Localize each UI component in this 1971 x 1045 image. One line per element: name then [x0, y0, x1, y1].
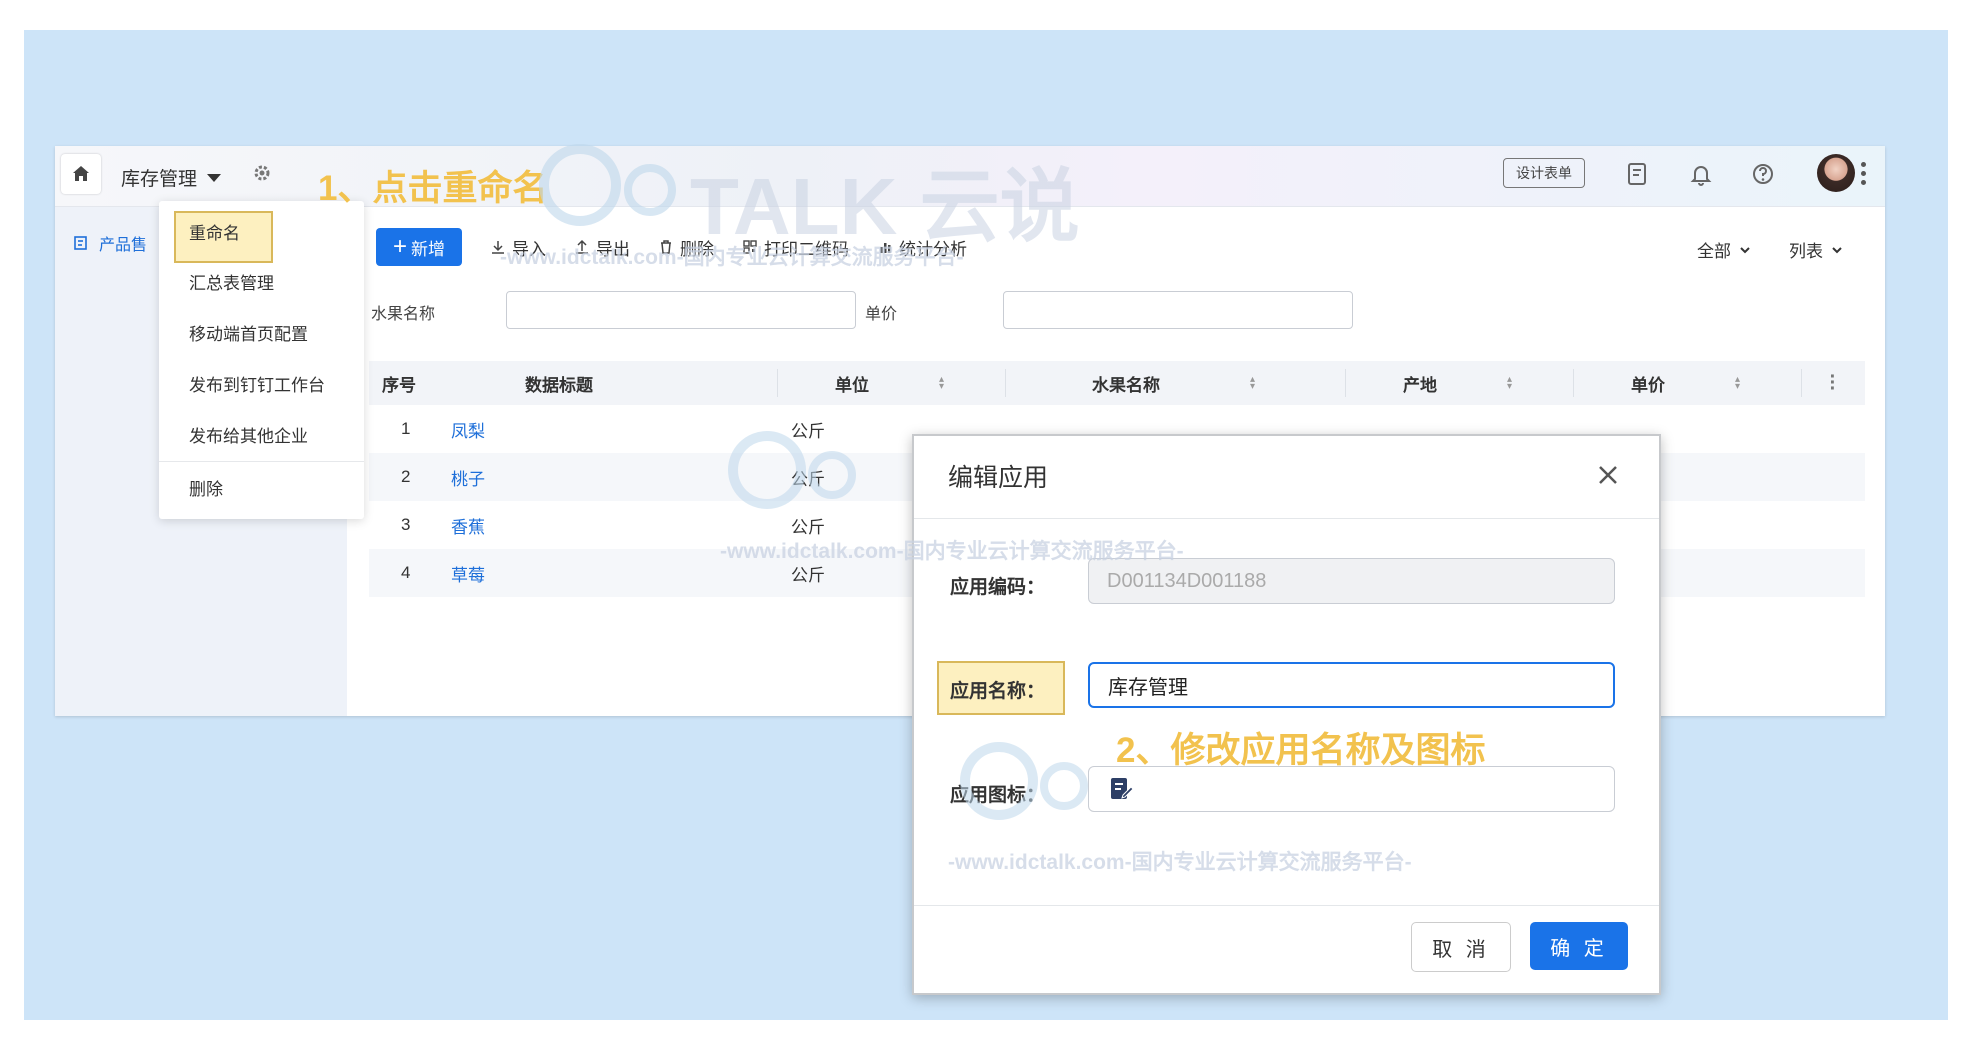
menu-item-mobile-home[interactable]: 移动端首页配置	[189, 320, 308, 345]
more-vertical-icon[interactable]	[1861, 160, 1867, 188]
row-title-link[interactable]: 香蕉	[451, 501, 485, 549]
row-title-link[interactable]: 凤梨	[451, 405, 485, 453]
bell-icon[interactable]	[1687, 160, 1715, 188]
home-button[interactable]	[61, 154, 101, 194]
col-header-fruit-name[interactable]: 水果名称 ▴ ▾	[1005, 361, 1345, 405]
view-select[interactable]: 列表	[1789, 237, 1843, 262]
col-header-title[interactable]: 数据标题	[429, 361, 689, 405]
home-icon	[73, 166, 89, 181]
close-icon[interactable]	[1597, 464, 1619, 486]
add-button[interactable]: + 新增	[376, 228, 462, 266]
app-icon-picker[interactable]	[1088, 766, 1615, 812]
chevron-down-icon	[1832, 246, 1842, 253]
filter-fruit-name-label: 水果名称	[371, 306, 436, 323]
row-no: 2	[401, 467, 411, 486]
row-no: 4	[401, 563, 411, 582]
sort-icon[interactable]: ▴ ▾	[1250, 375, 1258, 392]
delete-label: 删除	[680, 239, 714, 259]
col-header-unit[interactable]: 单位 ▴ ▾	[777, 361, 1005, 405]
sidebar-item-label: 产品售	[99, 237, 148, 254]
export-button[interactable]: 导出	[574, 235, 630, 260]
view-controls: 全部 列表	[1697, 237, 1843, 262]
menu-item-publish-dingtalk[interactable]: 发布到钉钉工作台	[189, 371, 325, 396]
row-unit: 公斤	[791, 565, 825, 585]
app-code-label: 应用编码：	[950, 577, 1046, 598]
stats-label: 统计分析	[899, 239, 967, 259]
dialog-divider	[914, 518, 1659, 519]
edit-app-dialog: 编辑应用 应用编码： D001134D001188 应用名称： 库存管理 2、修…	[912, 434, 1661, 995]
row-no: 1	[401, 419, 411, 438]
chevron-down-icon	[1740, 246, 1750, 253]
filter-fruit-name-input[interactable]	[506, 291, 856, 329]
plus-icon: +	[392, 233, 407, 260]
col-header-label: 产地	[1403, 375, 1437, 395]
menu-item-publish-other[interactable]: 发布给其他企业	[189, 422, 308, 447]
row-title-link[interactable]: 草莓	[451, 549, 485, 597]
table-header: 序号 数据标题 单位 ▴ ▾ 水果名称 ▴ ▾ 产地 ▴ ▾ 单价 ▴ ▾ · · ·	[369, 361, 1865, 405]
sort-icon[interactable]: ▴ ▾	[1735, 375, 1743, 392]
add-label: 新增	[411, 239, 445, 259]
app-menu-dropdown: 重命名 汇总表管理 移动端首页配置 发布到钉钉工作台 发布给其他企业 删除	[159, 201, 364, 519]
upload-icon	[576, 239, 588, 254]
dialog-divider	[914, 905, 1659, 906]
col-header-label: 单位	[835, 375, 869, 395]
col-header-origin[interactable]: 产地 ▴ ▾	[1345, 361, 1573, 405]
col-header-label: 水果名称	[1092, 375, 1160, 395]
help-icon[interactable]	[1749, 160, 1777, 188]
bar-chart-icon	[880, 243, 891, 253]
dialog-title: 编辑应用	[948, 464, 1049, 492]
sort-icon[interactable]: ▴ ▾	[939, 375, 947, 392]
sidebar-item-product-sales[interactable]: 产品售	[73, 231, 147, 255]
print-qr-label: 打印二维码	[764, 239, 849, 259]
cancel-button[interactable]: 取 消	[1411, 922, 1511, 972]
app-title: 库存管理	[121, 169, 198, 190]
sort-icon[interactable]: ▴ ▾	[1507, 375, 1515, 392]
scope-label: 全部	[1697, 242, 1731, 261]
app-name-label: 应用名称：	[950, 681, 1046, 702]
trash-icon	[661, 240, 671, 254]
row-unit: 公斤	[791, 421, 825, 441]
toolbar: + 新增 导入 导出 删除 打印二维码 统计分析	[376, 227, 967, 267]
row-no: 3	[401, 515, 411, 534]
col-header-label: 数据标题	[525, 375, 593, 395]
col-header-no: 序号	[369, 361, 429, 405]
app-code-field: D001134D001188	[1088, 558, 1615, 604]
watermark-url: -www.idctalk.com-国内专业云计算交流服务平台-	[948, 851, 1412, 874]
annotation-step1: 1、点击重命名	[318, 169, 548, 208]
app-icon-label: 应用图标：	[950, 785, 1046, 806]
form-doc-icon[interactable]	[1623, 160, 1651, 188]
view-label: 列表	[1789, 242, 1823, 261]
scope-select[interactable]: 全部	[1697, 237, 1751, 262]
design-form-button[interactable]: 设计表单	[1503, 158, 1585, 188]
caret-down-icon	[207, 173, 222, 182]
form-edit-icon	[1111, 778, 1134, 799]
column-settings-icon[interactable]: · · ·	[1801, 361, 1865, 405]
export-label: 导出	[596, 239, 630, 259]
import-label: 导入	[512, 239, 546, 259]
confirm-button[interactable]: 确 定	[1530, 922, 1628, 970]
gear-icon[interactable]	[251, 162, 273, 184]
row-unit: 公斤	[791, 517, 825, 537]
avatar[interactable]	[1817, 154, 1855, 192]
import-button[interactable]: 导入	[490, 235, 546, 260]
print-qr-button[interactable]: 打印二维码	[742, 235, 849, 260]
qr-icon	[743, 240, 757, 254]
filter-unit-price-input[interactable]	[1003, 291, 1353, 329]
form-icon	[74, 236, 87, 250]
filter-unit-price-label: 单价	[865, 306, 898, 323]
row-title-link[interactable]: 桃子	[451, 453, 485, 501]
menu-item-summary-table[interactable]: 汇总表管理	[189, 269, 274, 294]
menu-item-delete[interactable]: 删除	[189, 475, 223, 500]
col-header-label: 序号	[382, 375, 416, 395]
menu-item-rename[interactable]: 重命名	[189, 219, 240, 244]
stats-button[interactable]: 统计分析	[877, 235, 967, 260]
col-header-unit-price[interactable]: 单价 ▴ ▾	[1573, 361, 1801, 405]
row-unit: 公斤	[791, 469, 825, 489]
col-header-label: 单价	[1631, 375, 1665, 395]
app-name-input[interactable]: 库存管理	[1088, 662, 1615, 708]
app-title-menu[interactable]: 库存管理	[121, 164, 222, 191]
delete-button[interactable]: 删除	[658, 235, 714, 260]
menu-divider	[159, 461, 364, 462]
download-icon	[492, 241, 504, 254]
